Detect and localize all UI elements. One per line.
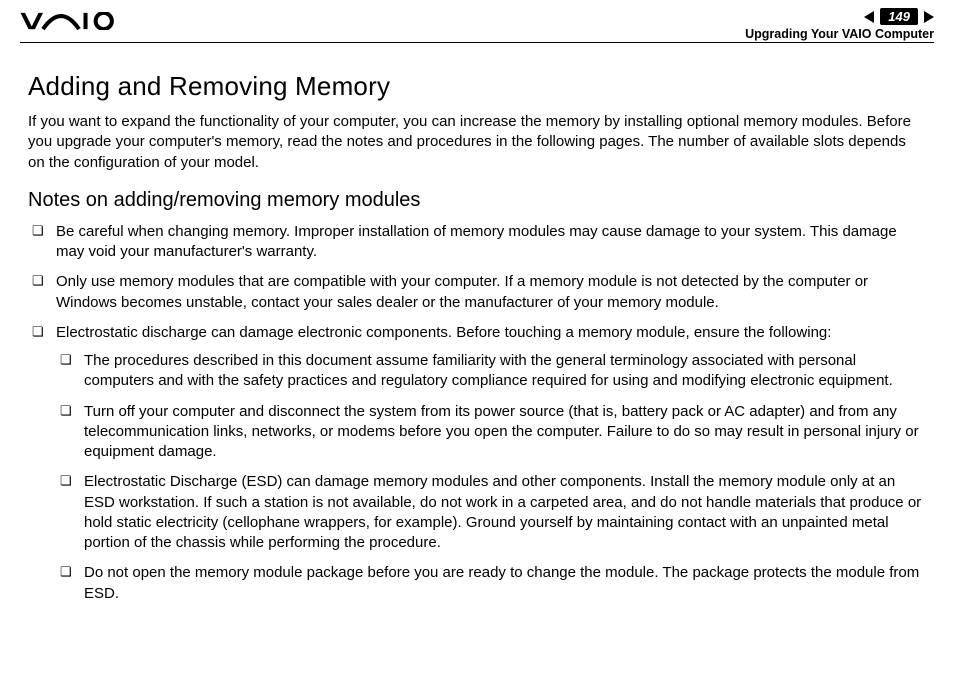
list-item-text: Electrostatic discharge can damage elect… [56,324,831,341]
subsection-title: Notes on adding/removing memory modules [28,189,926,212]
page-nav: 149 [745,8,934,25]
list-item: Electrostatic discharge can damage elect… [28,323,926,604]
list-item: Only use memory modules that are compati… [28,272,926,313]
page-title: Adding and Removing Memory [28,71,926,102]
list-item: The procedures described in this documen… [56,351,926,392]
section-label: Upgrading Your VAIO Computer [745,27,934,41]
page-header: 149 Upgrading Your VAIO Computer [0,0,954,40]
main-content: Adding and Removing Memory If you want t… [0,43,954,604]
vaio-logo [20,12,120,30]
header-right: 149 Upgrading Your VAIO Computer [745,8,934,41]
page-number: 149 [880,8,918,25]
sub-notes-list: The procedures described in this documen… [56,351,926,604]
list-item: Electrostatic Discharge (ESD) can damage… [56,472,926,553]
list-item: Do not open the memory module package be… [56,563,926,604]
notes-list: Be careful when changing memory. Imprope… [28,222,926,604]
next-page-arrow-icon[interactable] [924,11,934,23]
list-item: Be careful when changing memory. Imprope… [28,222,926,263]
intro-paragraph: If you want to expand the functionality … [28,112,926,173]
list-item: Turn off your computer and disconnect th… [56,402,926,463]
prev-page-arrow-icon[interactable] [864,11,874,23]
